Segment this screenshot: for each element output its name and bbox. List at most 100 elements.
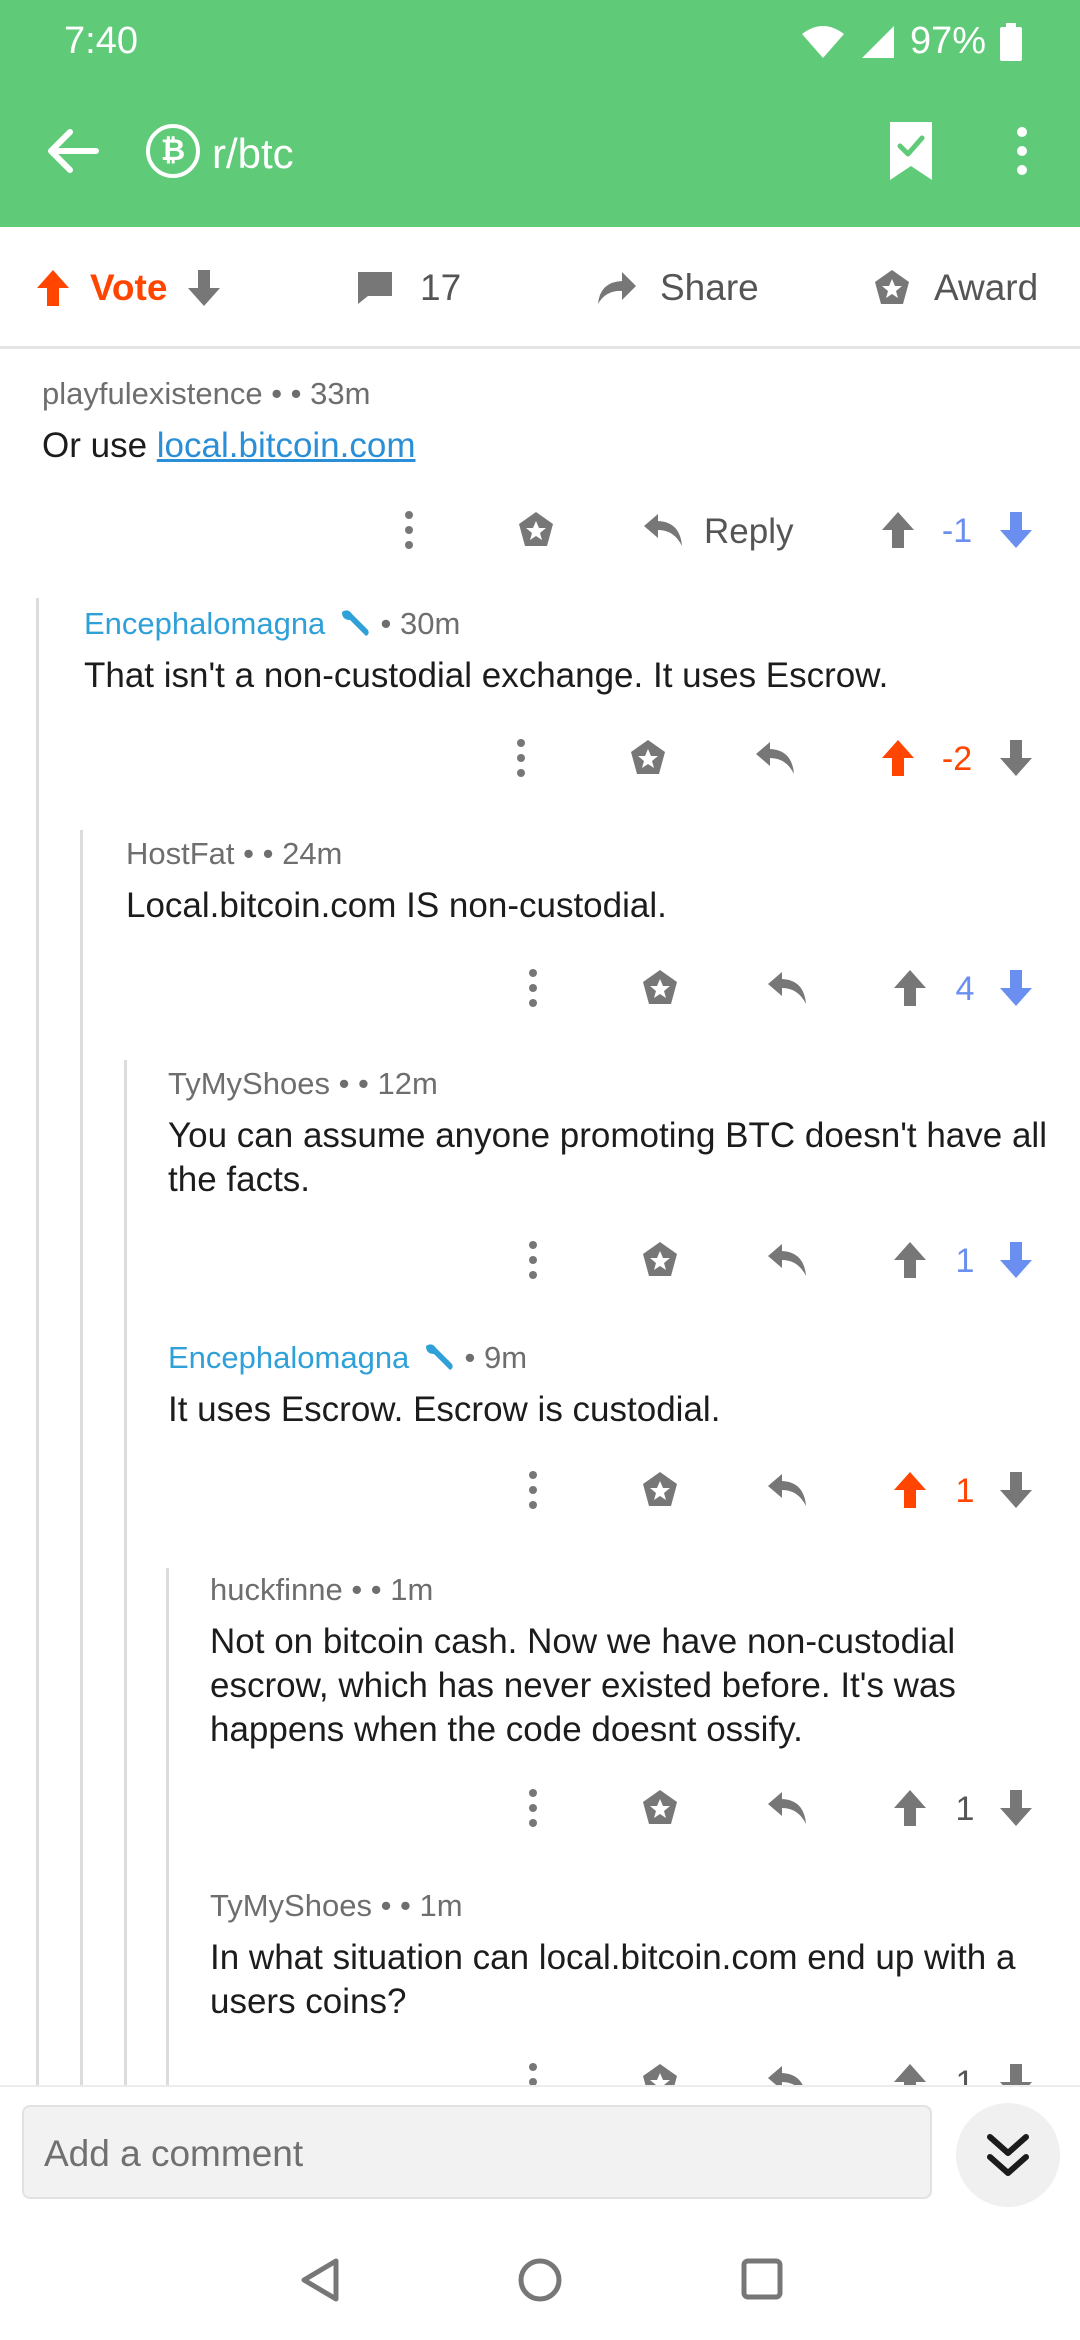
comment-body: You can assume anyone promoting BTC does… — [168, 1116, 1047, 1199]
comment-actions: 1 — [0, 1230, 1080, 1290]
nav-back-icon[interactable] — [298, 2257, 342, 2303]
nav-recents-icon[interactable] — [740, 2257, 784, 2301]
share-button[interactable]: Share — [596, 227, 759, 349]
more-options-icon[interactable] — [516, 738, 526, 778]
bitcoin-icon: ₿ — [146, 124, 200, 178]
upvote-arrow-icon[interactable] — [34, 268, 72, 308]
comment-score: 4 — [955, 970, 975, 1008]
jump-to-next-button[interactable] — [956, 2103, 1060, 2207]
upvote-arrow-icon[interactable] — [880, 510, 916, 550]
upvote-arrow-icon[interactable] — [892, 1788, 928, 1828]
downvote-arrow-icon[interactable] — [998, 1470, 1034, 1510]
comment-composer: Add a comment — [0, 2085, 1080, 2215]
comment-score: 1 — [955, 1242, 975, 1280]
comment-text: Or use — [42, 426, 157, 465]
comment-body: In what situation can local.bitcoin.com … — [210, 1938, 1016, 2021]
award-icon[interactable] — [640, 1240, 680, 1280]
more-options-icon[interactable] — [528, 1788, 538, 1828]
comment-author[interactable]: TyMyShoes — [168, 1066, 330, 1101]
reply-arrow-icon[interactable] — [766, 2064, 808, 2085]
comment-author[interactable]: HostFat — [126, 836, 235, 871]
reply-arrow-icon[interactable] — [754, 740, 796, 776]
comment-meta: playfulexistence • • 33m — [42, 376, 370, 412]
thread-rail — [80, 830, 83, 2085]
downvote-arrow-icon[interactable] — [998, 1788, 1034, 1828]
add-comment-input[interactable]: Add a comment — [22, 2105, 932, 2199]
comment-age: 33m — [310, 376, 371, 411]
comment-author[interactable]: TyMyShoes — [210, 1888, 372, 1923]
comments-count: 17 — [420, 267, 462, 308]
downvote-arrow-icon[interactable] — [998, 2062, 1034, 2085]
comment-body: That isn't a non-custodial exchange. It … — [84, 656, 889, 695]
downvote-arrow-icon[interactable] — [998, 510, 1034, 550]
downvote-arrow-icon[interactable] — [998, 1240, 1034, 1280]
downvote-arrow-icon[interactable] — [185, 268, 223, 308]
downvote-arrow-icon[interactable] — [998, 738, 1034, 778]
reply-arrow-icon[interactable] — [642, 512, 684, 548]
reply-arrow-icon[interactable] — [766, 1242, 808, 1278]
meta-separator: • — [455, 1340, 485, 1375]
more-options-icon[interactable] — [528, 2062, 538, 2085]
meta-separator: • • — [329, 1066, 378, 1101]
upvote-arrow-icon[interactable] — [892, 1470, 928, 1510]
back-arrow-icon[interactable] — [44, 126, 102, 176]
comments-button[interactable]: 17 — [356, 227, 461, 349]
meta-separator: • • — [371, 1888, 420, 1923]
comment-age: 24m — [282, 836, 343, 871]
wifi-icon — [801, 25, 844, 58]
award-button[interactable]: Award — [872, 227, 1038, 349]
upvote-arrow-icon[interactable] — [892, 2062, 928, 2085]
comment-actions: Reply -1 — [0, 500, 1080, 560]
comment-actions: -2 — [0, 728, 1080, 788]
status-bar: 7:40 97% — [0, 18, 1080, 68]
post-action-bar: Vote 17 Share Award — [0, 227, 1080, 349]
saved-bookmark-icon[interactable] — [888, 120, 934, 182]
share-arrow-icon — [598, 272, 636, 304]
vote-control: Vote — [34, 227, 223, 349]
award-icon[interactable] — [640, 2062, 680, 2085]
comment-age: 30m — [400, 606, 461, 641]
status-time: 7:40 — [64, 20, 138, 62]
comment-age: 12m — [377, 1066, 438, 1101]
subreddit-name[interactable]: r/btc — [212, 130, 294, 178]
reply-arrow-icon[interactable] — [766, 1790, 808, 1826]
upvote-arrow-icon[interactable] — [880, 738, 916, 778]
comment-link[interactable]: local.bitcoin.com — [157, 426, 416, 465]
comment-meta: Encephalomagna • 30m — [84, 606, 460, 642]
upvote-arrow-icon[interactable] — [892, 1240, 928, 1280]
share-label: Share — [660, 267, 759, 308]
award-icon[interactable] — [640, 1788, 680, 1828]
comment-author[interactable]: Encephalomagna — [168, 1340, 409, 1375]
comment-thread[interactable]: playfulexistence • • 33m Or use local.bi… — [0, 350, 1080, 2085]
comment-body: Local.bitcoin.com IS non-custodial. — [126, 886, 667, 925]
moderator-wrench-icon — [341, 610, 369, 636]
award-icon[interactable] — [628, 738, 668, 778]
overflow-menu-icon[interactable] — [1010, 126, 1034, 176]
comment-author[interactable]: Encephalomagna — [84, 606, 325, 641]
more-options-icon[interactable] — [404, 510, 414, 550]
reply-label[interactable]: Reply — [704, 512, 793, 552]
downvote-arrow-icon[interactable] — [998, 968, 1034, 1008]
award-icon[interactable] — [640, 1470, 680, 1510]
upvote-arrow-icon[interactable] — [892, 968, 928, 1008]
comment-age: 9m — [484, 1340, 528, 1375]
reply-arrow-icon[interactable] — [766, 1472, 808, 1508]
meta-separator: • — [371, 606, 401, 641]
meta-separator: • • — [262, 376, 311, 411]
signal-icon — [861, 25, 894, 58]
reply-arrow-icon[interactable] — [766, 970, 808, 1006]
award-icon[interactable] — [516, 510, 556, 550]
more-options-icon[interactable] — [528, 968, 538, 1008]
award-icon[interactable] — [640, 968, 680, 1008]
comment-meta: TyMyShoes • • 1m — [210, 1888, 463, 1924]
comment-meta: HostFat • • 24m — [126, 836, 342, 872]
more-options-icon[interactable] — [528, 1470, 538, 1510]
comment-author[interactable]: playfulexistence — [42, 376, 263, 411]
more-options-icon[interactable] — [528, 1240, 538, 1280]
comment-author[interactable]: huckfinne — [210, 1572, 343, 1607]
award-icon — [875, 270, 909, 304]
battery-percent: 97% — [909, 20, 986, 62]
meta-separator: • • — [234, 836, 283, 871]
nav-home-icon[interactable] — [517, 2257, 563, 2303]
comment-body: It uses Escrow. Escrow is custodial. — [168, 1390, 721, 1429]
